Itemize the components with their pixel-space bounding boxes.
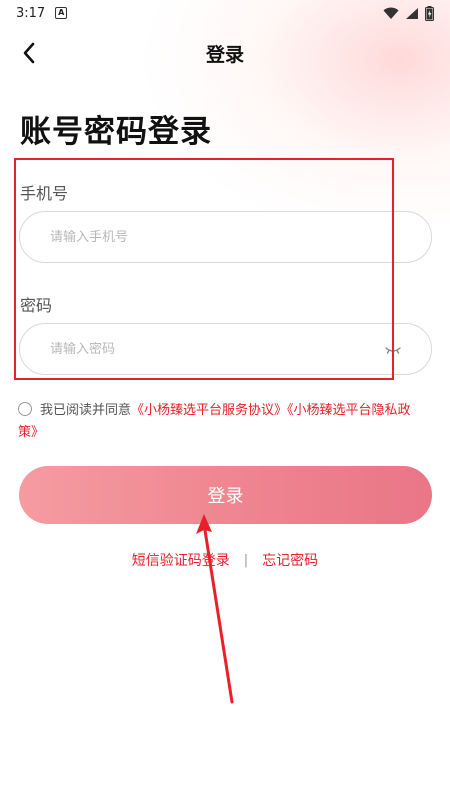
bottom-links: 短信验证码登录 | 忘记密码 bbox=[0, 550, 450, 570]
page-heading: 账号密码登录 bbox=[20, 114, 212, 150]
back-button[interactable] bbox=[14, 38, 44, 68]
phone-input-wrapper bbox=[19, 211, 432, 263]
nav-title: 登录 bbox=[205, 43, 244, 66]
battery-icon bbox=[425, 5, 434, 21]
agreement-section: 我已阅读并同意《小杨臻选平台服务协议》《小杨臻选平台隐私政策》 bbox=[18, 400, 428, 444]
status-bar: 3:17 A bbox=[0, 0, 450, 26]
eye-closed-icon bbox=[385, 347, 401, 355]
status-icons bbox=[383, 5, 434, 21]
notification-a-icon: A bbox=[55, 7, 68, 19]
link-separator: | bbox=[243, 552, 249, 568]
wifi-icon bbox=[383, 7, 399, 19]
password-label: 密码 bbox=[20, 296, 53, 315]
forgot-password-link[interactable]: 忘记密码 bbox=[262, 550, 318, 570]
signal-icon bbox=[406, 7, 418, 19]
password-input-wrapper bbox=[19, 323, 432, 375]
sms-login-link[interactable]: 短信验证码登录 bbox=[132, 550, 230, 570]
phone-input[interactable] bbox=[50, 229, 401, 245]
status-time: 3:17 bbox=[16, 5, 46, 21]
password-visibility-toggle[interactable] bbox=[383, 340, 403, 360]
agreement-checkbox[interactable] bbox=[18, 402, 32, 416]
service-agreement-link[interactable]: 《小杨臻选平台服务协议》 bbox=[131, 403, 287, 418]
agreement-prefix: 我已阅读并同意 bbox=[40, 403, 132, 418]
password-input[interactable] bbox=[50, 341, 401, 357]
navigation-bar: 登录 bbox=[0, 30, 450, 76]
login-button[interactable]: 登录 bbox=[19, 466, 432, 524]
phone-label: 手机号 bbox=[20, 184, 69, 203]
chevron-left-icon bbox=[23, 42, 35, 64]
